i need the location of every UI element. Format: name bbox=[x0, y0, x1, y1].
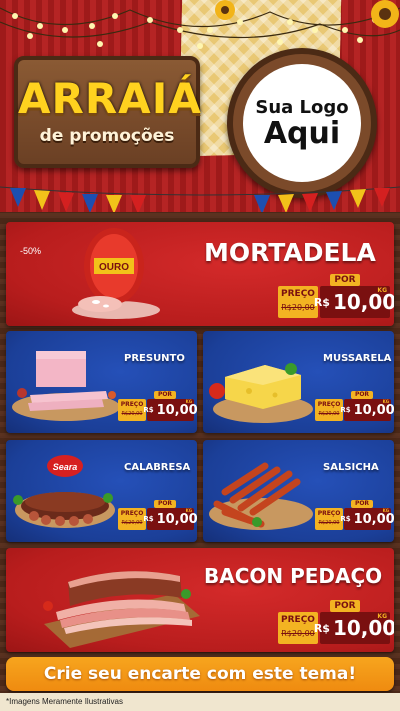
product-card-salsicha[interactable]: SALSICHA POR PREÇO R$20,00 R$ 10,00 KG bbox=[203, 440, 394, 542]
product-name: MUSSARELA bbox=[323, 353, 392, 364]
old-price: R$20,00 bbox=[318, 520, 340, 526]
presunto-image bbox=[12, 351, 120, 421]
old-price: R$20,00 bbox=[281, 629, 315, 638]
old-price: R$20,00 bbox=[318, 411, 340, 417]
calabresa-image: Seara bbox=[13, 455, 115, 528]
product-name: CALABRESA bbox=[124, 462, 191, 473]
product-name: BACON PEDAÇO bbox=[204, 564, 383, 588]
old-price: R$20,00 bbox=[121, 520, 143, 526]
product-card-calabresa[interactable]: Seara CALABRESA POR PREÇO R$20,00 R$ 10,… bbox=[6, 440, 197, 542]
current-price: R$ 10,00 KG bbox=[143, 508, 197, 530]
preco-box: PREÇO R$20,00 bbox=[118, 508, 146, 530]
product-name: PRESUNTO bbox=[124, 353, 185, 364]
logo-circle: Sua Logo Aqui bbox=[243, 64, 361, 182]
por-label: POR bbox=[351, 500, 373, 508]
por-label: POR bbox=[154, 391, 176, 399]
disclaimer: *Imagens Meramente Ilustrativas bbox=[0, 693, 400, 711]
current-price: R$ 10,00 KG bbox=[340, 399, 394, 421]
price-tag: POR PREÇO R$20,00 R$ 10,00 KG bbox=[118, 500, 197, 532]
product-name: MORTADELA bbox=[204, 238, 376, 267]
discount-badge: -50% bbox=[20, 246, 42, 256]
seara-brand: Seara bbox=[53, 462, 78, 472]
price-tag: POR PREÇO R$20,00 R$ 10,00 KG bbox=[118, 391, 197, 423]
por-label: POR bbox=[330, 600, 360, 612]
preco-box: PREÇO R$20,00 bbox=[315, 399, 343, 421]
preco-box: PREÇO R$20,00 bbox=[278, 286, 318, 318]
sign-subtitle: de promoções bbox=[39, 126, 175, 146]
old-price: R$20,00 bbox=[121, 411, 143, 417]
preco-box: PREÇO R$20,00 bbox=[315, 508, 343, 530]
mortadela-brand: OURO bbox=[99, 262, 129, 273]
logo-line1: Sua Logo bbox=[255, 96, 349, 118]
preco-box: PREÇO R$20,00 bbox=[118, 399, 146, 421]
mortadela-image: OURO bbox=[72, 228, 160, 319]
por-label: POR bbox=[330, 274, 360, 286]
product-card-bacon[interactable]: BACON PEDAÇO POR PREÇO R$20,00 R$ 10,00 … bbox=[6, 548, 394, 652]
product-name: SALSICHA bbox=[323, 462, 379, 473]
bacon-image bbox=[43, 571, 200, 648]
mussarela-image bbox=[209, 363, 313, 423]
string-lights bbox=[0, 0, 400, 49]
logo-line2: Aqui bbox=[263, 115, 341, 151]
por-label: POR bbox=[351, 391, 373, 399]
current-price: R$ 10,00 KG bbox=[314, 612, 394, 644]
cta-banner[interactable]: Crie seu encarte com este tema! bbox=[6, 657, 394, 691]
sunflower-icon bbox=[371, 0, 399, 28]
arraia-sign: ARRAIÁ de promoções bbox=[14, 56, 202, 168]
old-price: R$20,00 bbox=[281, 303, 315, 312]
por-label: POR bbox=[154, 500, 176, 508]
current-price: R$ 10,00 KG bbox=[340, 508, 394, 530]
preco-box: PREÇO R$20,00 bbox=[278, 612, 318, 644]
price-tag: POR PREÇO R$20,00 R$ 10,00 KG bbox=[278, 274, 394, 322]
sign-title: ARRAIÁ bbox=[18, 74, 202, 123]
product-card-mortadela[interactable]: -50% OURO MORTADELA POR PREÇO R$20,00 R$… bbox=[6, 222, 394, 326]
current-price: R$ 10,00 KG bbox=[314, 286, 394, 318]
bunting-flags bbox=[0, 186, 400, 212]
price-tag: POR PREÇO R$20,00 R$ 10,00 KG bbox=[315, 391, 394, 423]
price-tag: POR PREÇO R$20,00 R$ 10,00 KG bbox=[315, 500, 394, 532]
product-card-presunto[interactable]: PRESUNTO POR PREÇO R$20,00 R$ 10,00 KG bbox=[6, 331, 197, 433]
product-card-mussarela[interactable]: MUSSARELA POR PREÇO R$20,00 R$ 10,00 KG bbox=[203, 331, 394, 433]
current-price: R$ 10,00 KG bbox=[143, 399, 197, 421]
festive-header: ARRAIÁ de promoções Sua Logo Aqui bbox=[0, 0, 400, 212]
logo-placeholder[interactable]: Sua Logo Aqui bbox=[227, 48, 377, 198]
price-tag: POR PREÇO R$20,00 R$ 10,00 KG bbox=[278, 600, 394, 648]
salsicha-image bbox=[209, 462, 313, 530]
